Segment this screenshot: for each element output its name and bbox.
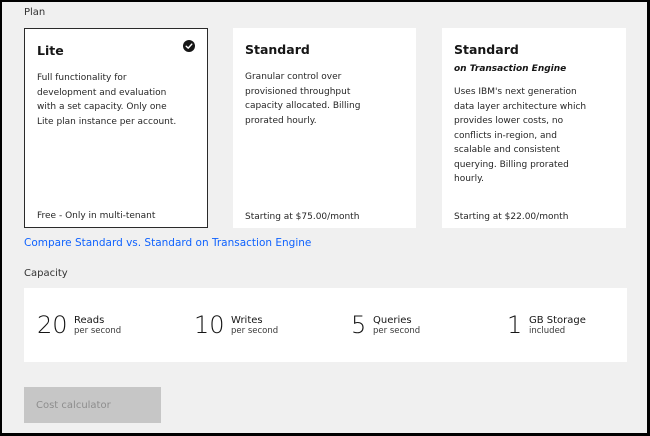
plan-section-label: Plan — [24, 7, 46, 18]
capacity-panel: 20 Reads per second 10 Writes per second… — [24, 288, 627, 362]
metric-unit: per second — [373, 326, 421, 336]
plan-card-lite[interactable]: Lite Full functionality for development … — [24, 28, 208, 228]
compare-plans-link[interactable]: Compare Standard vs. Standard on Transac… — [24, 237, 311, 249]
plan-card-title: Standard — [454, 42, 519, 57]
checkmark-filled-icon — [183, 40, 195, 52]
metric-unit: per second — [74, 326, 122, 336]
metric-name: Queries — [373, 315, 412, 326]
metric-name: GB Storage — [529, 315, 586, 326]
plan-card-price: Starting at $75.00/month — [245, 212, 360, 222]
cost-calculator-button[interactable]: Cost calculator — [24, 387, 161, 423]
plan-card-standard[interactable]: Standard Granular control over provision… — [233, 28, 416, 228]
metric-name: Reads — [74, 315, 105, 326]
metric-unit: included — [529, 326, 566, 336]
capacity-section-label: Capacity — [24, 268, 68, 279]
metric-value: 1 — [507, 311, 523, 339]
metric-value: 10 — [194, 311, 225, 339]
plan-card-standard-transaction-engine[interactable]: Standard on Transaction Engine Uses IBM'… — [442, 28, 626, 228]
metric-name: Writes — [231, 315, 263, 326]
metric-unit: per second — [231, 326, 279, 336]
plan-card-description: Full functionality for development and e… — [37, 73, 177, 127]
plan-card-subtitle: on Transaction Engine — [454, 64, 567, 74]
plan-card-description: Granular control over provisioned throug… — [245, 72, 361, 126]
plan-card-title: Lite — [37, 43, 64, 58]
metric-value: 20 — [37, 311, 68, 339]
plan-card-title: Standard — [245, 42, 310, 57]
metric-value: 5 — [351, 311, 367, 339]
plan-selection-panel: Plan Lite Full functionality for develop… — [2, 2, 647, 433]
plan-card-description: Uses IBM's next generation data layer ar… — [454, 87, 587, 184]
plan-card-price: Free - Only in multi-tenant — [37, 211, 156, 221]
plan-card-price: Starting at $22.00/month — [454, 212, 569, 222]
